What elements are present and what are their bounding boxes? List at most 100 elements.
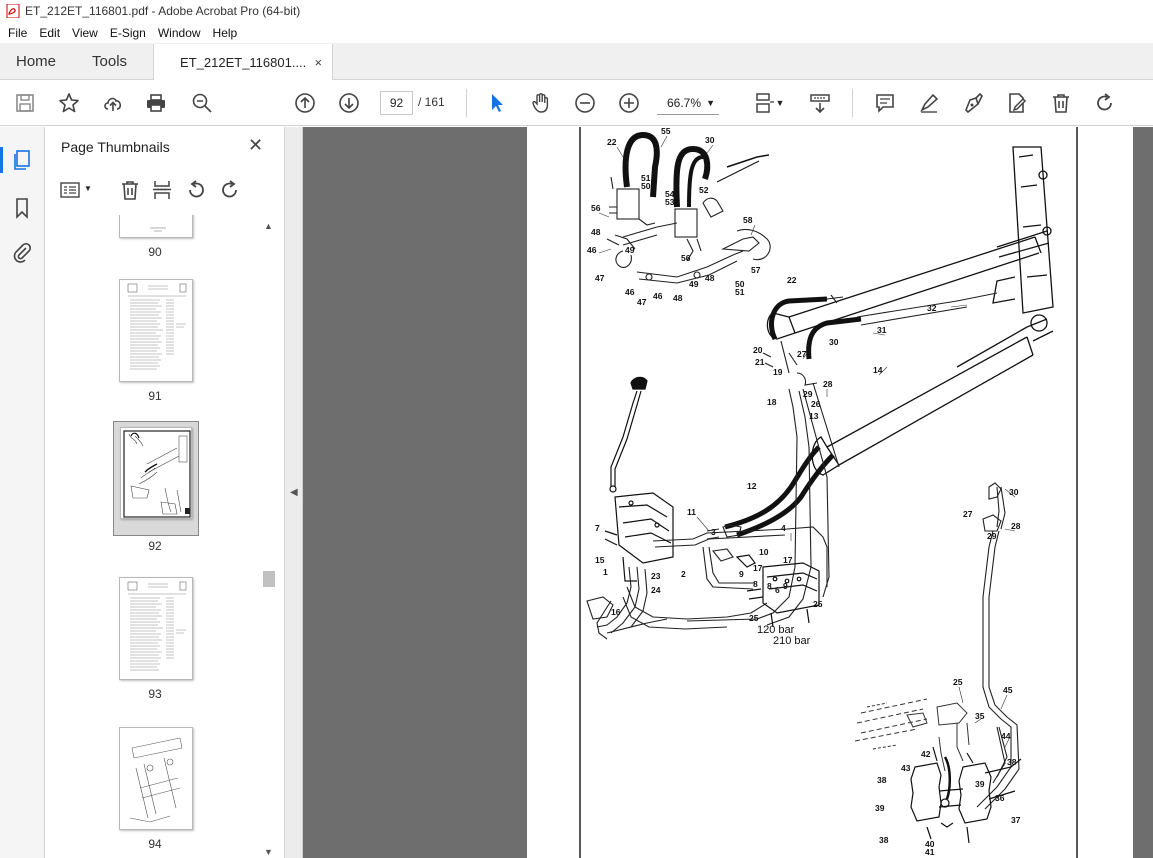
arrow-up-circle-icon <box>295 93 315 113</box>
insert-page-icon[interactable] <box>151 179 173 201</box>
menu-view[interactable]: View <box>66 26 104 40</box>
title-bar: ET_212ET_116801.pdf - Adobe Acrobat Pro … <box>0 0 1153 22</box>
attachment-paperclip-icon[interactable] <box>11 241 33 263</box>
svg-text:24: 24 <box>651 585 661 595</box>
trash-icon[interactable] <box>119 179 141 201</box>
svg-text:56: 56 <box>591 203 601 213</box>
collapse-panel-arrow-icon[interactable]: ◀ <box>290 487 298 498</box>
plus-circle-icon <box>619 93 639 113</box>
fit-page-icon <box>756 93 774 113</box>
svg-text:23: 23 <box>651 571 661 581</box>
next-page-button[interactable] <box>336 90 362 116</box>
svg-text:58: 58 <box>743 215 753 225</box>
svg-text:3: 3 <box>711 527 716 537</box>
thumbnail-scrollbar[interactable]: ▲ ▼ <box>262 221 276 857</box>
highlight-button[interactable] <box>916 90 942 116</box>
comment-button[interactable] <box>872 90 898 116</box>
find-zoom-button[interactable] <box>189 90 215 116</box>
hand-icon <box>532 93 549 113</box>
svg-text:55: 55 <box>661 127 671 136</box>
toolbar-divider <box>466 89 467 117</box>
svg-text:48: 48 <box>673 293 683 303</box>
bookmark-icon[interactable] <box>11 197 33 219</box>
thumbnail-image <box>119 279 193 382</box>
svg-text:51: 51 <box>735 287 745 297</box>
svg-text:53: 53 <box>665 197 675 207</box>
tab-home[interactable]: Home <box>0 43 72 79</box>
svg-text:26: 26 <box>811 399 821 409</box>
svg-text:52: 52 <box>699 185 709 195</box>
scrolling-mode-button[interactable] <box>807 90 833 116</box>
menu-esign[interactable]: E-Sign <box>104 26 152 40</box>
edit-pdf-button[interactable] <box>1004 90 1030 116</box>
svg-text:46: 46 <box>587 245 597 255</box>
menu-window[interactable]: Window <box>152 26 207 40</box>
menu-help[interactable]: Help <box>207 26 244 40</box>
svg-text:6: 6 <box>775 585 780 595</box>
svg-text:17: 17 <box>783 555 793 565</box>
rotate-counterclockwise-icon[interactable] <box>185 179 207 201</box>
svg-text:8: 8 <box>767 581 772 591</box>
scroll-up-arrow-icon[interactable]: ▲ <box>264 221 273 231</box>
previous-page-button[interactable] <box>292 90 318 116</box>
menu-file[interactable]: File <box>2 26 33 40</box>
thumbnail-page-number: 94 <box>148 837 162 851</box>
svg-text:48: 48 <box>591 227 601 237</box>
panel-splitter[interactable]: ◀ <box>285 127 303 858</box>
svg-text:44: 44 <box>1001 731 1011 741</box>
fill-sign-button[interactable] <box>960 90 986 116</box>
document-viewer[interactable]: 22 55 30 51 50 54 53 52 56 48 49 46 58 4… <box>303 127 1153 858</box>
tab-document[interactable]: ET_212ET_116801.... × <box>153 44 334 80</box>
pdf-page: 22 55 30 51 50 54 53 52 56 48 49 46 58 4… <box>527 127 1133 858</box>
save-icon <box>16 94 34 112</box>
rotate-clockwise-icon[interactable] <box>219 179 241 201</box>
thumbnail-image <box>119 577 193 680</box>
chevron-down-icon[interactable]: ▼ <box>84 184 92 193</box>
tab-close-button[interactable]: × <box>314 55 322 70</box>
toolbar: 92 / 161 66.7% ▼ ▼ <box>0 80 1153 126</box>
options-menu-icon[interactable] <box>59 179 81 201</box>
tab-bar: Home Tools ET_212ET_116801.... × <box>0 43 1153 80</box>
scrollbar-thumb[interactable] <box>263 571 275 587</box>
cursor-arrow-icon <box>492 94 503 112</box>
svg-text:16: 16 <box>611 607 621 617</box>
zoom-out-button[interactable] <box>572 90 598 116</box>
zoom-in-button[interactable] <box>616 90 642 116</box>
page-number-input[interactable]: 92 <box>380 91 413 115</box>
bookmark-star-button[interactable] <box>56 90 82 116</box>
star-icon <box>59 93 79 113</box>
svg-text:57: 57 <box>751 265 761 275</box>
save-button[interactable] <box>12 90 38 116</box>
svg-text:12: 12 <box>747 481 757 491</box>
page-display-dropdown[interactable]: ▼ <box>774 90 786 116</box>
thumbnail-page-number: 91 <box>148 389 162 403</box>
delete-button[interactable] <box>1048 90 1074 116</box>
trash-icon <box>1053 94 1069 113</box>
hand-tool-button[interactable] <box>528 90 554 116</box>
svg-text:1: 1 <box>603 567 608 577</box>
redo-button[interactable] <box>1092 90 1118 116</box>
upload-cloud-button[interactable] <box>100 90 126 116</box>
svg-text:36: 36 <box>995 793 1005 803</box>
svg-text:27: 27 <box>963 509 973 519</box>
zoom-level-dropdown[interactable]: 66.7% ▼ <box>657 91 719 115</box>
svg-text:8: 8 <box>753 579 758 589</box>
menu-edit[interactable]: Edit <box>33 26 66 40</box>
svg-text:47: 47 <box>595 273 605 283</box>
svg-text:22: 22 <box>787 275 797 285</box>
print-button[interactable] <box>143 90 169 116</box>
scroll-down-arrow-icon[interactable]: ▼ <box>264 847 273 857</box>
panel-close-button[interactable]: ✕ <box>248 135 263 156</box>
svg-text:38: 38 <box>1007 757 1017 767</box>
select-tool-button[interactable] <box>484 90 510 116</box>
zoom-level-value: 66.7% <box>667 96 702 110</box>
arrow-down-circle-icon <box>339 93 359 113</box>
svg-text:38: 38 <box>877 775 887 785</box>
svg-text:4: 4 <box>781 523 786 533</box>
page-thumbnails-icon[interactable] <box>11 149 33 171</box>
tab-document-label: ET_212ET_116801.... <box>180 54 307 70</box>
svg-text:19: 19 <box>773 367 783 377</box>
tab-tools[interactable]: Tools <box>72 43 143 79</box>
rotate-clockwise-icon <box>1097 93 1112 111</box>
thumbnail-page-number: 92 <box>148 539 162 553</box>
